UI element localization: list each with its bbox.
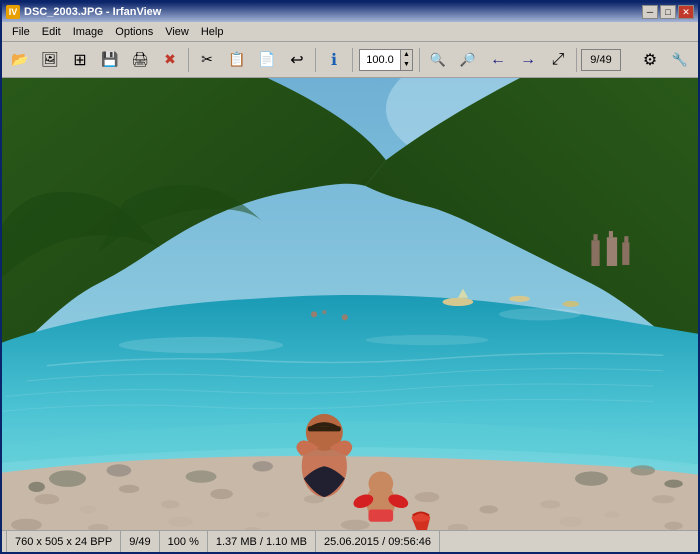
open-icon xyxy=(11,51,28,68)
main-window: IV DSC_2003.JPG - IrfanView ─ □ ✕ File E… xyxy=(0,0,700,554)
settings-icon xyxy=(643,50,657,70)
thumb-icon xyxy=(73,50,86,70)
zoom-in-button[interactable] xyxy=(424,46,452,74)
cut-icon xyxy=(201,51,213,68)
menu-view[interactable]: View xyxy=(159,23,195,41)
zoom-in-icon xyxy=(430,51,446,68)
maximize-button[interactable]: □ xyxy=(660,5,676,19)
status-bar: 760 x 505 x 24 BPP 9/49 100 % 1.37 MB / … xyxy=(2,530,698,552)
zoom-out-button[interactable] xyxy=(454,46,482,74)
delete-button[interactable] xyxy=(156,46,184,74)
cut-button[interactable] xyxy=(193,46,221,74)
paste-icon xyxy=(258,51,275,68)
menu-image[interactable]: Image xyxy=(67,23,110,41)
next-icon xyxy=(520,51,536,69)
status-dimensions: 760 x 505 x 24 BPP xyxy=(6,531,121,552)
save-icon xyxy=(101,51,118,68)
tools-icon xyxy=(672,51,688,68)
status-filesize: 1.37 MB / 1.10 MB xyxy=(208,531,316,552)
prev-icon xyxy=(490,51,506,69)
menu-help[interactable]: Help xyxy=(195,23,230,41)
next-button[interactable] xyxy=(514,46,542,74)
sep2 xyxy=(315,48,316,72)
thumbnails-button[interactable] xyxy=(66,46,94,74)
print-icon xyxy=(131,51,149,68)
sep1 xyxy=(188,48,189,72)
print-button[interactable] xyxy=(126,46,154,74)
image-area xyxy=(2,78,698,530)
toolbar: ▲ ▼ 9/49 xyxy=(2,42,698,78)
window-title: DSC_2003.JPG - IrfanView xyxy=(24,6,161,18)
menu-bar: File Edit Image Options View Help xyxy=(2,22,698,42)
minimize-button[interactable]: ─ xyxy=(642,5,658,19)
sep3 xyxy=(352,48,353,72)
tools-button[interactable] xyxy=(666,46,694,74)
app-icon: IV xyxy=(6,5,20,19)
menu-file[interactable]: File xyxy=(6,23,36,41)
view-button[interactable] xyxy=(36,46,64,74)
status-position: 9/49 xyxy=(121,531,159,552)
status-datetime: 25.06.2015 / 09:56:46 xyxy=(316,531,440,552)
prev-button[interactable] xyxy=(484,46,512,74)
status-zoom: 100 % xyxy=(160,531,208,552)
view-icon xyxy=(41,51,59,68)
zoom-up-button[interactable]: ▲ xyxy=(400,50,412,60)
fit-icon xyxy=(552,51,565,69)
paste-button[interactable] xyxy=(253,46,281,74)
save-button[interactable] xyxy=(96,46,124,74)
close-button[interactable]: ✕ xyxy=(678,5,694,19)
copy-icon xyxy=(228,51,245,68)
zoom-down-button[interactable]: ▼ xyxy=(400,60,412,70)
info-icon xyxy=(331,50,337,70)
zoom-group: ▲ ▼ xyxy=(359,49,413,71)
delete-icon xyxy=(164,51,176,68)
menu-edit[interactable]: Edit xyxy=(36,23,67,41)
copy-button[interactable] xyxy=(223,46,251,74)
info-button[interactable] xyxy=(320,46,348,74)
undo-icon xyxy=(290,50,303,70)
title-bar-left: IV DSC_2003.JPG - IrfanView xyxy=(6,5,161,19)
zoom-out-icon xyxy=(460,51,476,68)
title-bar: IV DSC_2003.JPG - IrfanView ─ □ ✕ xyxy=(2,2,698,22)
fit-button[interactable] xyxy=(544,46,572,74)
beach-image xyxy=(2,78,698,530)
sep5 xyxy=(576,48,577,72)
menu-options[interactable]: Options xyxy=(109,23,159,41)
settings-button[interactable] xyxy=(636,46,664,74)
sep4 xyxy=(419,48,420,72)
title-buttons: ─ □ ✕ xyxy=(642,5,694,19)
zoom-input[interactable] xyxy=(360,50,400,70)
image-count: 9/49 xyxy=(581,49,621,71)
image-container xyxy=(2,78,698,530)
open-button[interactable] xyxy=(6,46,34,74)
undo-button[interactable] xyxy=(283,46,311,74)
zoom-arrows: ▲ ▼ xyxy=(400,50,412,70)
